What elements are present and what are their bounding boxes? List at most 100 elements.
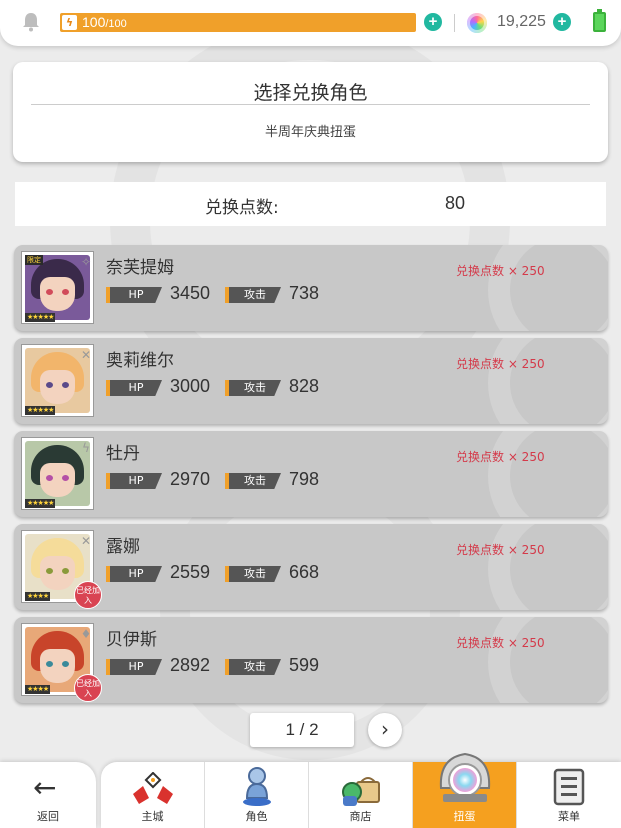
exchange-cost: 兑换点数 × 250 (456, 636, 545, 650)
character-row[interactable]: ♦ ★★★★ 已经加入 贝伊斯 兑换点数 × 250 HP 2892 攻击 599 (14, 617, 608, 703)
character-name: 牡丹 (106, 444, 140, 464)
row-decoration (488, 617, 608, 703)
stamina-max: /100 (105, 18, 127, 30)
nav-label-character: 角色 (245, 810, 268, 823)
title-card: 选择兑换角色 半周年庆典扭蛋 (13, 62, 608, 162)
hp-value: 3450 (170, 283, 211, 303)
portrait-face (40, 463, 75, 497)
character-portrait: 限定 ✧ ★★★★★ (21, 251, 94, 324)
exchange-cost: 兑换点数 × 250 (456, 543, 545, 557)
element-icon: ✧ (80, 255, 92, 269)
status-bar: ϟ 100/100 + 19,225 + (0, 0, 621, 46)
character-name: 露娜 (106, 537, 140, 557)
joined-badge: 已经加入 (74, 581, 102, 609)
element-icon: ✕ (80, 348, 92, 362)
menu-icon (553, 768, 585, 806)
portrait-eye (62, 568, 69, 574)
nav-item-shop[interactable]: 商店 (309, 762, 413, 828)
portrait-face (40, 556, 75, 590)
hp-tag: HP (106, 473, 162, 489)
portrait-eye (46, 568, 53, 574)
nav-label-shop: 商店 (349, 810, 372, 823)
attack-tag: 攻击 (225, 566, 281, 582)
portrait-eye (46, 475, 53, 481)
character-portrait: ♦ ★★★★ 已经加入 (21, 623, 102, 702)
rarity-stars: ★★★★★ (25, 313, 56, 322)
nav-item-character[interactable]: 角色 (205, 762, 309, 828)
character-icon (243, 767, 271, 806)
stamina-current: 100 (82, 14, 106, 30)
page-indicator: 1 / 2 (250, 713, 354, 747)
portrait-eye (62, 661, 69, 667)
gem-count: 19,225 (497, 13, 546, 30)
attack-value: 738 (289, 283, 320, 303)
character-row[interactable]: ✕ ★★★★★ 奥莉维尔 兑换点数 × 250 HP 3000 攻击 828 (14, 338, 608, 424)
limited-badge: 限定 (25, 255, 43, 265)
page-title: 选择兑换角色 (253, 82, 368, 104)
hp-value: 2559 (170, 562, 211, 582)
gem-icon (467, 13, 487, 33)
element-icon: ϟ (82, 441, 90, 455)
castle-icon (133, 772, 173, 804)
bell-icon[interactable] (22, 12, 40, 32)
element-icon: ♦ (80, 627, 92, 641)
character-row[interactable]: ✕ ★★★★ 已经加入 露娜 兑换点数 × 250 HP 2559 攻击 668 (14, 524, 608, 610)
nav-item-gacha[interactable]: 扭蛋 (413, 752, 517, 828)
row-decoration (488, 524, 608, 610)
character-row[interactable]: ϟ ★★★★★ 牡丹 兑换点数 × 250 HP 2970 攻击 798 (14, 431, 608, 517)
battery-icon (593, 9, 606, 32)
hp-tag: HP (106, 380, 162, 396)
exchange-cost: 兑换点数 × 250 (456, 357, 545, 371)
portrait-face (40, 277, 75, 311)
attack-tag: 攻击 (225, 380, 281, 396)
nav-label-menu: 菜单 (558, 810, 580, 823)
divider (31, 104, 590, 105)
back-button[interactable]: ← 返回 (0, 762, 96, 828)
character-row[interactable]: 限定 ✧ ★★★★★ 奈芙提姆 兑换点数 × 250 HP 3450 攻击 738 (14, 245, 608, 331)
nav-item-menu[interactable]: 菜单 (517, 762, 621, 828)
character-name: 奥莉维尔 (106, 351, 174, 371)
rarity-stars: ★★★★★ (25, 499, 56, 508)
exchange-points-value: 80 (445, 193, 466, 213)
divider (454, 14, 455, 32)
back-arrow-icon: ← (33, 771, 57, 804)
attack-tag: 攻击 (225, 287, 281, 303)
hp-value: 3000 (170, 376, 211, 396)
character-portrait: ✕ ★★★★★ (21, 344, 94, 417)
add-gems-button[interactable]: + (553, 13, 571, 31)
exchange-points-label: 兑换点数: (205, 198, 279, 218)
chevron-right-icon: › (381, 717, 389, 741)
attack-tag: 攻击 (225, 659, 281, 675)
back-label: 返回 (37, 810, 59, 823)
nav-label-gacha: 扭蛋 (453, 810, 476, 823)
nav-label-castle: 主城 (141, 810, 164, 823)
exchange-cost: 兑换点数 × 250 (456, 264, 545, 278)
exchange-points-bar: 兑换点数: 80 (15, 182, 606, 226)
portrait-eye (46, 382, 53, 388)
hp-value: 2892 (170, 655, 211, 675)
portrait-eye (62, 289, 69, 295)
portrait-face (40, 649, 75, 683)
attack-value: 668 (289, 562, 320, 582)
portrait-eye (46, 289, 53, 295)
gacha-icon (439, 752, 491, 802)
attack-value: 828 (289, 376, 320, 396)
lightning-icon: ϟ (62, 15, 77, 30)
rarity-stars: ★★★★ (25, 592, 51, 601)
joined-badge: 已经加入 (74, 674, 102, 702)
row-decoration (488, 431, 608, 517)
character-name: 奈芙提姆 (106, 258, 174, 278)
attack-tag: 攻击 (225, 473, 281, 489)
attack-value: 798 (289, 469, 320, 489)
hp-tag: HP (106, 659, 162, 675)
character-portrait: ϟ ★★★★★ (21, 437, 94, 510)
bottom-nav: 主城 角色 商店 扭蛋 菜单 (101, 752, 621, 828)
next-page-button[interactable]: › (368, 713, 402, 747)
nav-item-castle[interactable]: 主城 (101, 762, 205, 828)
add-stamina-button[interactable]: + (424, 13, 442, 31)
row-decoration (488, 245, 608, 331)
rarity-stars: ★★★★★ (25, 406, 56, 415)
attack-value: 599 (289, 655, 320, 675)
character-name: 贝伊斯 (106, 630, 157, 650)
exchange-cost: 兑换点数 × 250 (456, 450, 545, 464)
